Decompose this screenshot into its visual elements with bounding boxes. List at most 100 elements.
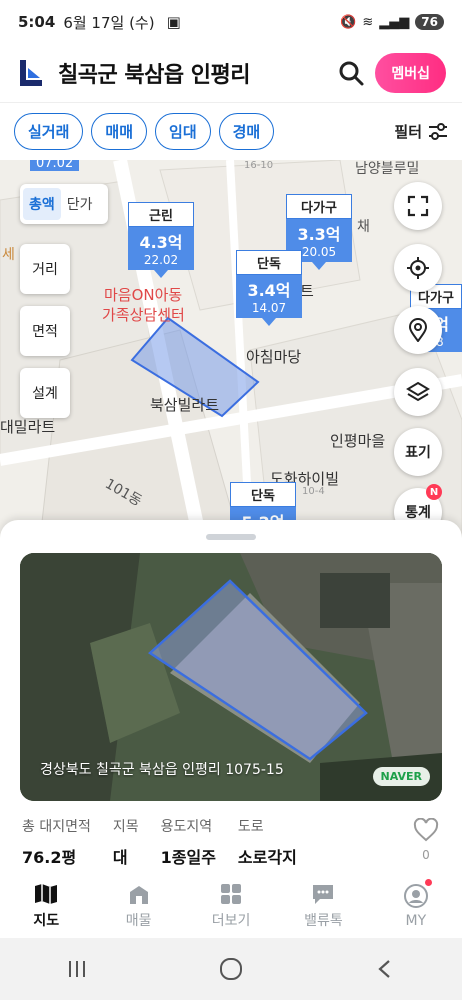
- info-label: 지목: [112, 819, 139, 835]
- toggle-unit[interactable]: 단가: [61, 188, 99, 220]
- info-land-category: 지목 대: [113, 816, 139, 868]
- chip-real-transaction[interactable]: 실거래: [14, 113, 84, 150]
- pin-price: 3.3억: [286, 219, 352, 245]
- pin-price: 4.3억: [128, 227, 194, 253]
- map-label-misc: 채: [357, 219, 370, 235]
- info-label: 용도지역: [160, 819, 213, 835]
- filter-button[interactable]: 필터: [394, 121, 448, 142]
- info-value: 1종일주: [160, 848, 216, 867]
- property-info: 총 대지면적 76.2평 지목 대 용도지역 1종일주 도로 소로각지: [22, 816, 297, 868]
- map-pin-partial[interactable]: 07.02: [30, 160, 80, 171]
- wifi-icon: ≋: [362, 14, 374, 30]
- crosshair-icon: [407, 257, 429, 279]
- pin-category: 다가구: [286, 194, 352, 219]
- distance-button[interactable]: 거리: [20, 244, 70, 294]
- filter-bar: 실거래 매매 임대 경매 필터: [0, 102, 462, 160]
- fullscreen-button[interactable]: [394, 182, 442, 230]
- app-logo-icon[interactable]: [16, 58, 46, 88]
- new-badge-icon: N: [426, 484, 442, 500]
- pin-category: 근린: [128, 202, 194, 227]
- display-button[interactable]: 표기: [394, 428, 442, 476]
- map-pin-icon: [408, 318, 428, 342]
- info-label: 총 대지면적: [22, 819, 91, 835]
- chip-sale[interactable]: 매매: [91, 113, 148, 150]
- tab-valuetalk[interactable]: 밸류톡: [277, 875, 369, 937]
- property-address: 경상북도 칠곡군 북삼읍 인평리 1075-15: [40, 762, 284, 778]
- chat-icon: [313, 884, 334, 904]
- tab-label: 밸류톡: [304, 912, 343, 929]
- map-label-inpyeong: 인평마을: [330, 432, 386, 450]
- tab-my[interactable]: MY: [370, 875, 462, 937]
- home-icon[interactable]: [219, 957, 243, 981]
- pin-tail: [262, 318, 276, 326]
- info-value: 대: [112, 848, 128, 867]
- location-pin-button[interactable]: [394, 306, 442, 354]
- membership-button[interactable]: 멤버십: [375, 53, 446, 93]
- tab-label: MY: [405, 912, 427, 929]
- naver-badge: NAVER: [372, 767, 430, 786]
- map-label-counseling: 마음ON아동: [104, 286, 183, 304]
- pin-area: 22.02: [128, 253, 194, 270]
- status-bar: 5:04 6월 17일 (수) ▣ 🔇 ≋ ▂▄▆ 76: [0, 0, 462, 44]
- map-label-achim: 아침마당: [246, 348, 302, 366]
- page-title: 칠곡군 북삼읍 인평리: [58, 63, 250, 88]
- status-time: 5:04: [18, 13, 56, 31]
- heart-icon: [413, 817, 439, 842]
- notification-dot: [425, 879, 433, 886]
- tab-more[interactable]: 더보기: [185, 875, 277, 937]
- info-value: 76.2평: [22, 848, 77, 867]
- layers-icon: [406, 381, 430, 402]
- chip-auction[interactable]: 경매: [218, 113, 275, 150]
- favorite-button[interactable]: 0: [408, 817, 444, 862]
- area-button[interactable]: 면적: [20, 306, 70, 356]
- info-land-area: 총 대지면적 76.2평: [22, 816, 91, 868]
- status-date: 6월 17일 (수): [63, 13, 155, 32]
- info-value: 소로각지: [237, 848, 297, 867]
- mute-icon: 🔇: [340, 14, 357, 30]
- design-button[interactable]: 설계: [20, 368, 70, 418]
- search-icon[interactable]: [337, 59, 365, 87]
- recent-apps-icon[interactable]: [66, 958, 88, 980]
- map-lot-number: 10-4: [302, 486, 325, 497]
- signal-icon: ▂▄▆: [379, 14, 410, 30]
- map-lot-number: 16-10: [244, 160, 274, 171]
- info-label: 도로: [237, 819, 264, 835]
- map-label-daemil: 대밀라트: [0, 418, 56, 436]
- system-nav-bar: [0, 938, 462, 1000]
- toggle-total[interactable]: 총액: [23, 188, 61, 220]
- satellite-image[interactable]: 경상북도 칠곡군 북삼읍 인평리 1075-15 NAVER: [20, 553, 442, 801]
- sheet-handle[interactable]: [206, 534, 256, 540]
- price-pin[interactable]: 단독 3.4억 14.07: [236, 250, 302, 326]
- pin-price: 3.4억: [236, 275, 302, 301]
- pin-area: 14.07: [236, 301, 302, 318]
- map-label-misc: 세: [2, 247, 15, 263]
- map-view[interactable]: 07.02 16-10 남양블루밀 채 세 마음ON아동 가족상담센터 아침마당…: [0, 160, 462, 540]
- filter-label: 필터: [394, 123, 422, 141]
- map-label-namyang: 남양블루밀: [355, 161, 420, 177]
- bottom-tab-bar: 지도 매물 더보기 밸류톡 MY: [0, 875, 462, 937]
- map-label-counseling: 가족상담센터: [102, 306, 185, 324]
- battery-icon: 76: [415, 14, 444, 30]
- back-icon[interactable]: [374, 958, 396, 980]
- favorite-count: 0: [422, 848, 430, 862]
- tab-label: 더보기: [211, 912, 251, 929]
- pin-tail: [154, 270, 168, 278]
- property-sheet[interactable]: 경상북도 칠곡군 북삼읍 인평리 1075-15 NAVER 총 대지면적 76…: [0, 520, 462, 875]
- price-pin[interactable]: 근린 4.3억 22.02: [128, 202, 194, 278]
- pin-category: 단독: [230, 482, 296, 507]
- my-location-button[interactable]: [394, 244, 442, 292]
- price-unit-toggle[interactable]: 총액 단가: [20, 184, 108, 224]
- tab-listings[interactable]: 매물: [92, 875, 184, 937]
- tab-label: 매물: [125, 912, 152, 929]
- grid-icon: [221, 883, 242, 904]
- map-label-misc: 트: [300, 282, 314, 300]
- chip-lease[interactable]: 임대: [155, 113, 211, 150]
- app-header: 칠곡군 북삼읍 인평리 멤버십: [0, 44, 462, 102]
- tab-label: 지도: [33, 912, 60, 929]
- info-road: 도로 소로각지: [238, 816, 297, 868]
- layers-button[interactable]: [394, 368, 442, 416]
- pin-tail: [312, 262, 326, 270]
- map-label-buksam-villa: 북삼빌라트: [150, 396, 220, 414]
- tab-map[interactable]: 지도: [0, 875, 92, 937]
- map-icon: [35, 883, 58, 904]
